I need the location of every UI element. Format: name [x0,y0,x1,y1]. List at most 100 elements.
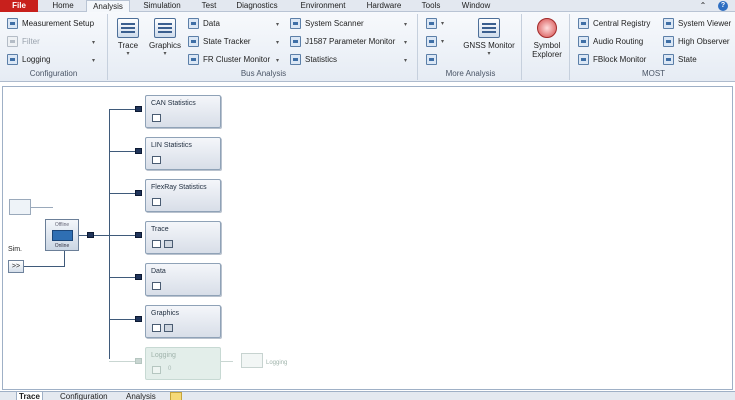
j1587-dropdown-icon[interactable]: ▾ [404,39,407,46]
node-output-line-a [79,235,87,236]
statistics-window-icon [152,198,161,206]
trace-button[interactable]: Trace ▾ [114,18,142,57]
graphics-connector [135,316,142,322]
statistics-dropdown-icon[interactable]: ▾ [404,57,407,64]
group-label-bus-analysis: Bus Analysis [240,69,287,78]
lin-statistics-connector-line [109,151,135,152]
tab-tools[interactable]: Tools [414,0,448,12]
more-analysis-tool-2-button[interactable]: ▾ [426,34,444,49]
tab-simulation[interactable]: Simulation [134,0,190,12]
logging-title: Logging [151,352,176,359]
measurement-setup-button[interactable]: Measurement Setup [7,16,94,31]
logging-block[interactable]: Logging 0 [145,347,221,380]
group-symbol-explorer: Symbol Explorer [524,14,570,80]
data-button[interactable]: Data [188,16,220,31]
more-analysis-tool-1-button[interactable]: ▾ [426,16,444,31]
logging-connector [135,358,142,364]
tab-hardware[interactable]: Hardware [358,0,410,12]
fr-cluster-monitor-dropdown-icon[interactable]: ▾ [276,57,279,64]
state-tracker-dropdown-icon[interactable]: ▾ [276,39,279,46]
bottom-tab-trace[interactable]: Trace [16,392,43,400]
logging-dropdown-icon[interactable]: ▾ [92,57,95,64]
node-switch-icon [52,230,73,241]
graphics-block[interactable]: Graphics [145,305,221,338]
bottom-tab-configuration[interactable]: Configuration [58,392,110,400]
online-offline-node[interactable]: Offline Online [45,219,79,251]
minimize-ribbon-icon[interactable]: ⌃ [698,1,708,11]
graphics-dropdown-icon[interactable]: ▾ [146,50,184,57]
logging-output-line [221,361,233,362]
graphics-config-icon [164,324,173,332]
source-folder-icon[interactable] [9,199,31,215]
trace-connector [135,232,142,238]
state-tracker-button[interactable]: State Tracker [188,34,251,49]
tab-diagnostics[interactable]: Diagnostics [228,0,286,12]
statistics-button[interactable]: Statistics [290,52,337,67]
lin-statistics-block[interactable]: LIN Statistics [145,137,221,170]
logging-window-icon [152,366,161,374]
ribbon-tab-bar: File Home Analysis Simulation Test Diagn… [0,0,735,13]
tab-file[interactable]: File [0,0,38,12]
graphics-button[interactable]: Graphics ▾ [146,18,184,57]
tab-window[interactable]: Window [452,0,500,12]
state-button[interactable]: State [663,52,697,67]
bottom-tab-analysis[interactable]: Analysis [124,392,158,400]
analysis-signal-icon [426,54,437,65]
fblock-monitor-icon [578,54,589,65]
measurement-setup-canvas[interactable]: Sim. >> Offline Online CAN Statistics LI… [2,86,733,390]
group-label-configuration: Configuration [29,69,78,78]
sim-button[interactable]: >> [8,260,24,273]
gnss-monitor-button[interactable]: GNSS Monitor ▾ [458,18,520,57]
tab-test[interactable]: Test [192,0,226,12]
flexray-statistics-title: FlexRay Statistics [151,184,207,191]
central-registry-icon [578,18,589,29]
node-online-label: Online [54,243,70,249]
more-tool-1-dropdown-icon[interactable]: ▾ [441,20,444,27]
symbol-explorer-button[interactable]: Symbol Explorer [526,18,568,59]
flexray-statistics-connector [135,190,142,196]
tab-home[interactable]: Home [42,0,84,12]
trace-window-icon [152,240,161,248]
logging-button[interactable]: Logging [7,52,50,67]
lin-statistics-title: LIN Statistics [151,142,192,149]
system-viewer-button[interactable]: System Viewer [663,16,731,31]
group-most: Central Registry Audio Routing FBlock Mo… [572,14,735,80]
node-output-connector [87,232,94,238]
can-statistics-connector-line [109,109,135,110]
logging-file-folder-icon[interactable] [241,353,263,368]
data-title: Data [151,268,166,275]
fr-cluster-monitor-button[interactable]: FR Cluster Monitor [188,52,270,67]
node-offline-label: Offline [54,222,70,228]
fblock-monitor-button[interactable]: FBlock Monitor [578,52,646,67]
data-block[interactable]: Data [145,263,221,296]
system-scanner-button[interactable]: System Scanner [290,16,364,31]
filter-dropdown-icon[interactable]: ▾ [92,39,95,46]
can-statistics-block[interactable]: CAN Statistics [145,95,221,128]
measurement-setup-icon [7,18,18,29]
help-icon[interactable]: ? [718,1,728,11]
statistics-window-icon [152,156,161,164]
flexray-statistics-block[interactable]: FlexRay Statistics [145,179,221,212]
bottom-tab-bar: Trace Configuration Analysis [0,391,735,400]
system-scanner-dropdown-icon[interactable]: ▾ [404,21,407,28]
group-label-most: MOST [641,69,666,78]
central-registry-button[interactable]: Central Registry [578,16,650,31]
state-tracker-icon [188,36,199,47]
j1587-parameter-monitor-button[interactable]: J1587 Parameter Monitor [290,34,395,49]
gnss-dropdown-icon[interactable]: ▾ [458,50,520,57]
j1587-icon [290,36,301,47]
high-observer-button[interactable]: High Observer [663,34,730,49]
trace-block[interactable]: Trace [145,221,221,254]
filter-button[interactable]: Filter [7,34,40,49]
trace-dropdown-icon[interactable]: ▾ [114,50,142,57]
audio-routing-button[interactable]: Audio Routing [578,34,643,49]
data-dropdown-icon[interactable]: ▾ [276,21,279,28]
source-connector-line [31,207,53,208]
more-analysis-tool-3-button[interactable] [426,52,441,67]
more-tool-2-dropdown-icon[interactable]: ▾ [441,38,444,45]
logging-icon [7,54,18,65]
new-tab-folder-icon[interactable] [170,392,182,400]
can-statistics-connector [135,106,142,112]
tab-environment[interactable]: Environment [290,0,356,12]
system-scanner-icon [290,18,301,29]
